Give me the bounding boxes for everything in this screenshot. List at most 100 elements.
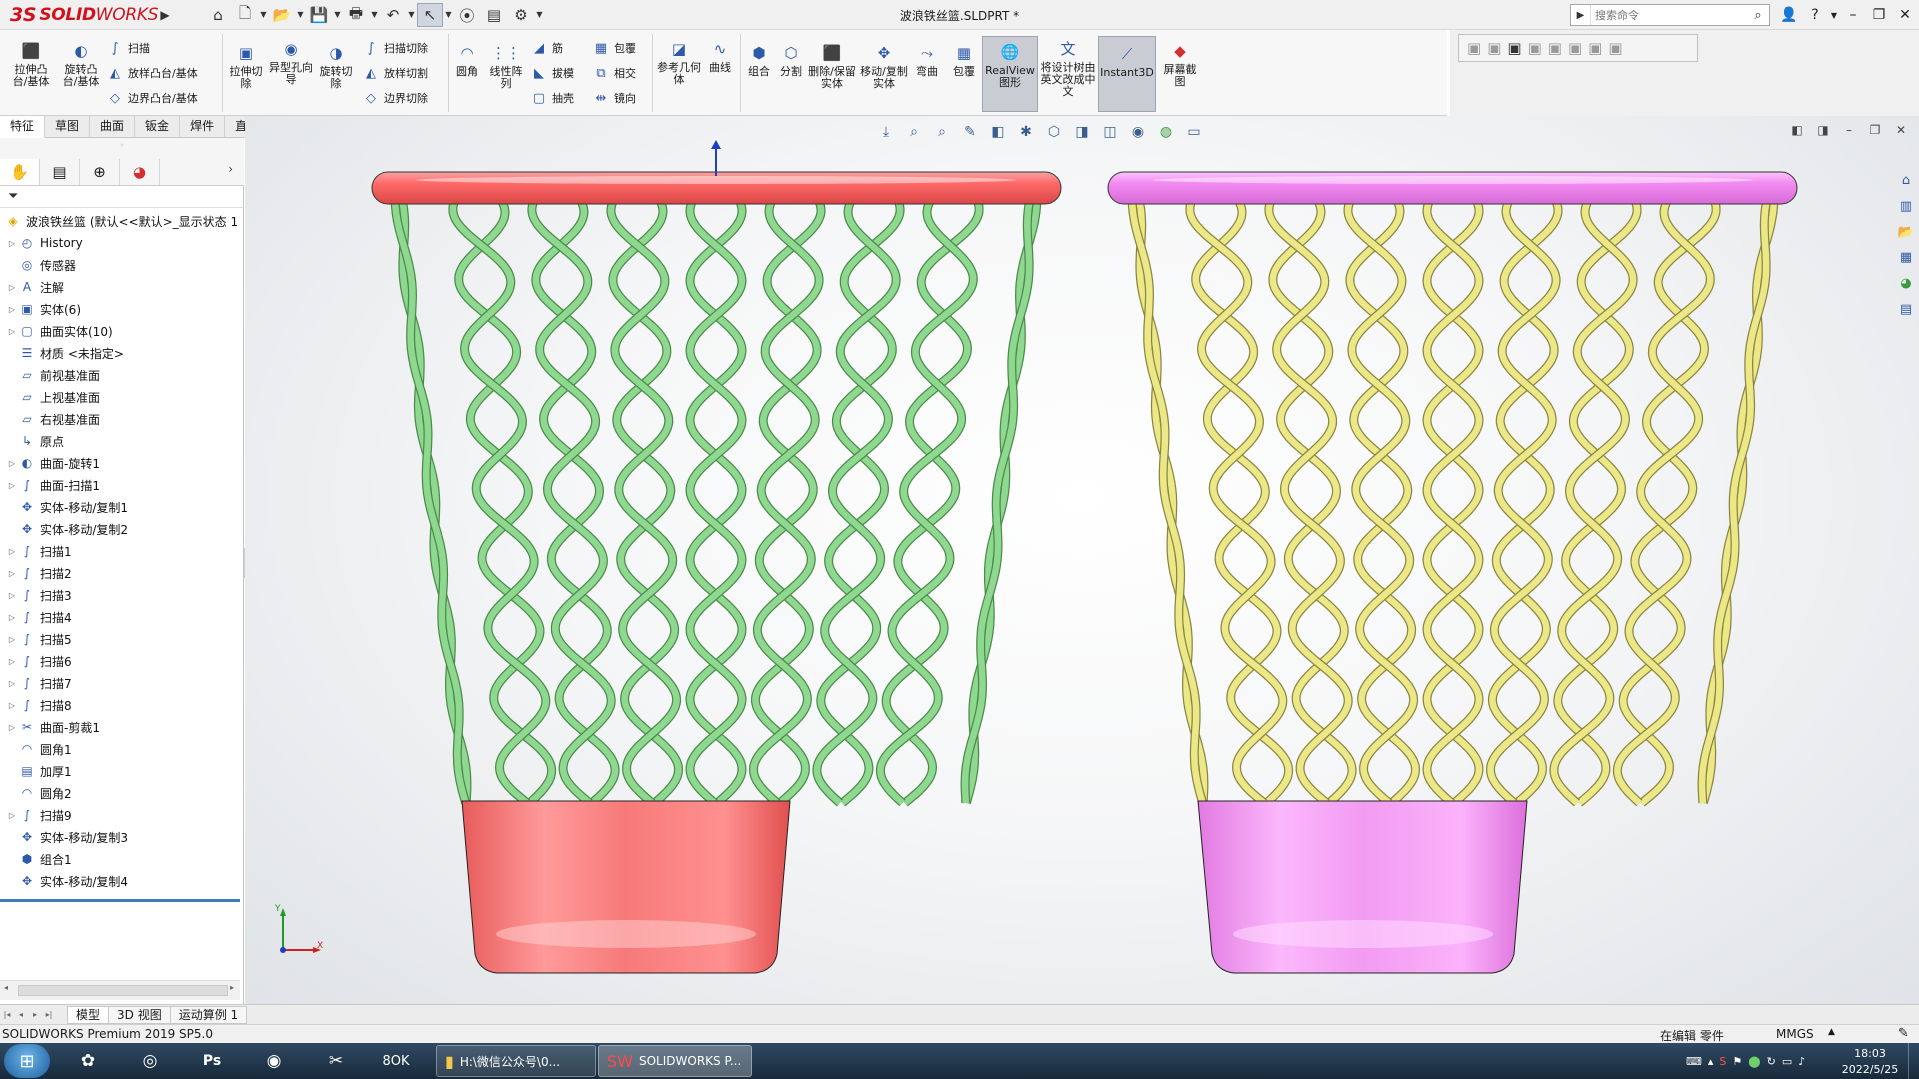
- scroll-right-icon[interactable]: ▸: [230, 983, 234, 992]
- traffic-light-icon[interactable]: ⦿: [454, 3, 480, 27]
- tree-filter[interactable]: ⏷: [0, 186, 244, 208]
- tree-item[interactable]: ▷ ∫ 扫描3: [0, 584, 244, 606]
- tree-item[interactable]: ▷ ∫ 扫描6: [0, 650, 244, 672]
- tree-item[interactable]: ✥ 实体-移动/复制2: [0, 518, 244, 540]
- save-icon[interactable]: 💾: [306, 3, 332, 27]
- swept-cut-button[interactable]: ∫ 扫描切除: [362, 38, 428, 58]
- basket-model-right[interactable]: [1107, 171, 1798, 974]
- mirror-button[interactable]: ⇹ 镜向: [592, 88, 636, 108]
- linear-pattern-button[interactable]: ⋮⋮ 线性阵列: [486, 42, 526, 90]
- model-view-tab[interactable]: 模型: [67, 1005, 110, 1024]
- menu-expand-arrow-icon[interactable]: ▶: [158, 4, 172, 26]
- panel-expand-arrow-icon[interactable]: ›: [228, 162, 233, 176]
- search-icon[interactable]: ⌕: [1747, 8, 1769, 23]
- tree-item[interactable]: ▷ ✂ 曲面-剪裁1: [0, 716, 244, 738]
- command-tab[interactable]: 钣金: [135, 116, 181, 138]
- extrude-boss-button[interactable]: ⬛ 拉伸凸台/基体: [8, 40, 54, 88]
- system-clock[interactable]: 18:03 2022/5/25: [1838, 1044, 1902, 1078]
- curves-button[interactable]: ∿ 曲线: [704, 38, 736, 74]
- tree-item[interactable]: ✥ 实体-移动/复制4: [0, 870, 244, 892]
- new-dropdown-icon[interactable]: ▼: [259, 3, 268, 27]
- basket-model-left[interactable]: [371, 171, 1062, 974]
- expand-arrow-icon[interactable]: ▷: [6, 723, 18, 732]
- translate-tree-button[interactable]: 文将设计树由英文改成中文: [1040, 38, 1096, 98]
- view-palette-icon[interactable]: ▦: [1895, 247, 1917, 269]
- keyboard-icon[interactable]: ⌨: [1686, 1055, 1702, 1068]
- flag-icon[interactable]: ⚑: [1732, 1055, 1742, 1068]
- print-dropdown-icon[interactable]: ▼: [370, 3, 379, 27]
- tree-item[interactable]: ▷ ∫ 扫描8: [0, 694, 244, 716]
- scroll-thumb[interactable]: [18, 985, 228, 996]
- open-dropdown-icon[interactable]: ▼: [296, 3, 305, 27]
- tree-item[interactable]: ▷ ∫ 扫描5: [0, 628, 244, 650]
- tab-first-icon[interactable]: |◂: [0, 1010, 14, 1019]
- capture-app-icon[interactable]: 8OK: [376, 1046, 416, 1076]
- help-dropdown-icon[interactable]: ▼: [1828, 3, 1840, 27]
- tree-item[interactable]: ▷ ▣ 实体(6): [0, 298, 244, 320]
- expand-arrow-icon[interactable]: ▷: [6, 283, 18, 292]
- wrap-large-button[interactable]: ▦ 包覆: [948, 42, 980, 78]
- fillet-button[interactable]: ◠ 圆角: [452, 42, 482, 78]
- select-arrow-icon[interactable]: ↖: [417, 3, 443, 27]
- screen-capture-button[interactable]: ◆ 屏幕截图: [1160, 40, 1200, 88]
- start-button[interactable]: ⊞: [4, 1044, 50, 1078]
- boundary-cut-button[interactable]: ◇ 边界切除: [362, 88, 428, 108]
- tree-item[interactable]: ▷ ▢ 曲面实体(10): [0, 320, 244, 342]
- options-gear-icon[interactable]: ⚙: [508, 3, 534, 27]
- command-tab[interactable]: 焊件: [180, 116, 226, 138]
- photos-app-icon[interactable]: ✿: [68, 1046, 108, 1076]
- tree-item[interactable]: ▱ 右视基准面: [0, 408, 244, 430]
- expand-arrow-icon[interactable]: ▷: [6, 613, 18, 622]
- command-tab[interactable]: 曲面: [90, 116, 136, 138]
- wrap-button[interactable]: ▦ 包覆: [592, 38, 636, 58]
- solidworks-resources-icon[interactable]: ⌂: [1895, 170, 1917, 192]
- design-library-icon[interactable]: ▥: [1895, 196, 1917, 218]
- tree-item[interactable]: ▷ ◴ History: [0, 232, 244, 254]
- file-properties-icon[interactable]: ▤: [481, 3, 507, 27]
- expand-arrow-icon[interactable]: ▷: [6, 481, 18, 490]
- split-button[interactable]: ⬡ 分割: [776, 42, 806, 78]
- hole-wizard-button[interactable]: ◉ 异型孔向导: [268, 38, 314, 86]
- select-dropdown-icon[interactable]: ▼: [444, 3, 453, 27]
- expand-arrow-icon[interactable]: ▷: [6, 679, 18, 688]
- tree-rollback-bar[interactable]: [0, 899, 240, 902]
- sweep-button[interactable]: ∫ 扫描: [106, 38, 150, 58]
- instant3d-button[interactable]: ⟋ Instant3D: [1098, 36, 1156, 112]
- delete-keep-body-button[interactable]: ⬛ 删除/保留实体: [808, 42, 856, 90]
- flex-button[interactable]: ⤳ 弯曲: [912, 42, 942, 78]
- feature-manager-tab[interactable]: ✋: [0, 158, 40, 185]
- user-account-icon[interactable]: 👤: [1776, 3, 1802, 27]
- tree-item[interactable]: ▷ ∫ 扫描1: [0, 540, 244, 562]
- tree-item[interactable]: ▷ ∫ 曲面-扫描1: [0, 474, 244, 496]
- tree-item[interactable]: ▷ ∫ 扫描2: [0, 562, 244, 584]
- tree-item[interactable]: ▱ 上视基准面: [0, 386, 244, 408]
- expand-arrow-icon[interactable]: ▷: [6, 327, 18, 336]
- appearances-icon[interactable]: ◕: [1895, 273, 1917, 295]
- solidworks-window-button[interactable]: SW SOLIDWORKS P...: [598, 1045, 752, 1077]
- tree-item[interactable]: ▱ 前视基准面: [0, 364, 244, 386]
- tools-app-icon[interactable]: ✂: [316, 1046, 356, 1076]
- browser-app-icon[interactable]: ◎: [130, 1046, 170, 1076]
- horizontal-scrollbar[interactable]: ◂ ▸: [0, 980, 240, 1000]
- update-icon[interactable]: ↻: [1767, 1055, 1776, 1068]
- revolve-boss-button[interactable]: ◐ 旋转凸台/基体: [58, 40, 104, 88]
- custom-properties-icon[interactable]: ▤: [1895, 298, 1917, 320]
- configuration-manager-tab[interactable]: ⊕: [80, 158, 120, 185]
- tree-item[interactable]: ▷ ∫ 扫描4: [0, 606, 244, 628]
- print-icon[interactable]: 🖶: [343, 3, 369, 27]
- tree-item[interactable]: ◠ 圆角2: [0, 782, 244, 804]
- show-hidden-icons-icon[interactable]: ▴: [1708, 1055, 1714, 1068]
- command-tab[interactable]: 特征: [0, 116, 46, 138]
- property-manager-tab[interactable]: ▤: [40, 158, 80, 185]
- loft-boss-button[interactable]: ◭ 放样凸台/基体: [106, 63, 198, 83]
- photoshop-app-icon[interactable]: Ps: [192, 1046, 232, 1076]
- search-input[interactable]: [1591, 6, 1747, 24]
- tree-root-part[interactable]: ◈ 波浪铁丝篮 (默认<<默认>_显示状态 1: [0, 210, 244, 232]
- expand-arrow-icon[interactable]: ▷: [6, 635, 18, 644]
- draft-button[interactable]: ◣ 拔模: [530, 63, 574, 83]
- media-app-icon[interactable]: ◉: [254, 1046, 294, 1076]
- close-icon[interactable]: ✕: [1892, 3, 1918, 27]
- graphics-viewport[interactable]: ⤓ ⌕ ⌕ ✎ ◧ ✱ ⬡ ◨ ◫ ◉ ◍ ▭ ◧ ◨ – ❐ ✕ Y X: [245, 116, 1919, 1024]
- expand-arrow-icon[interactable]: ▷: [6, 591, 18, 600]
- expand-arrow-icon[interactable]: ▷: [6, 701, 18, 710]
